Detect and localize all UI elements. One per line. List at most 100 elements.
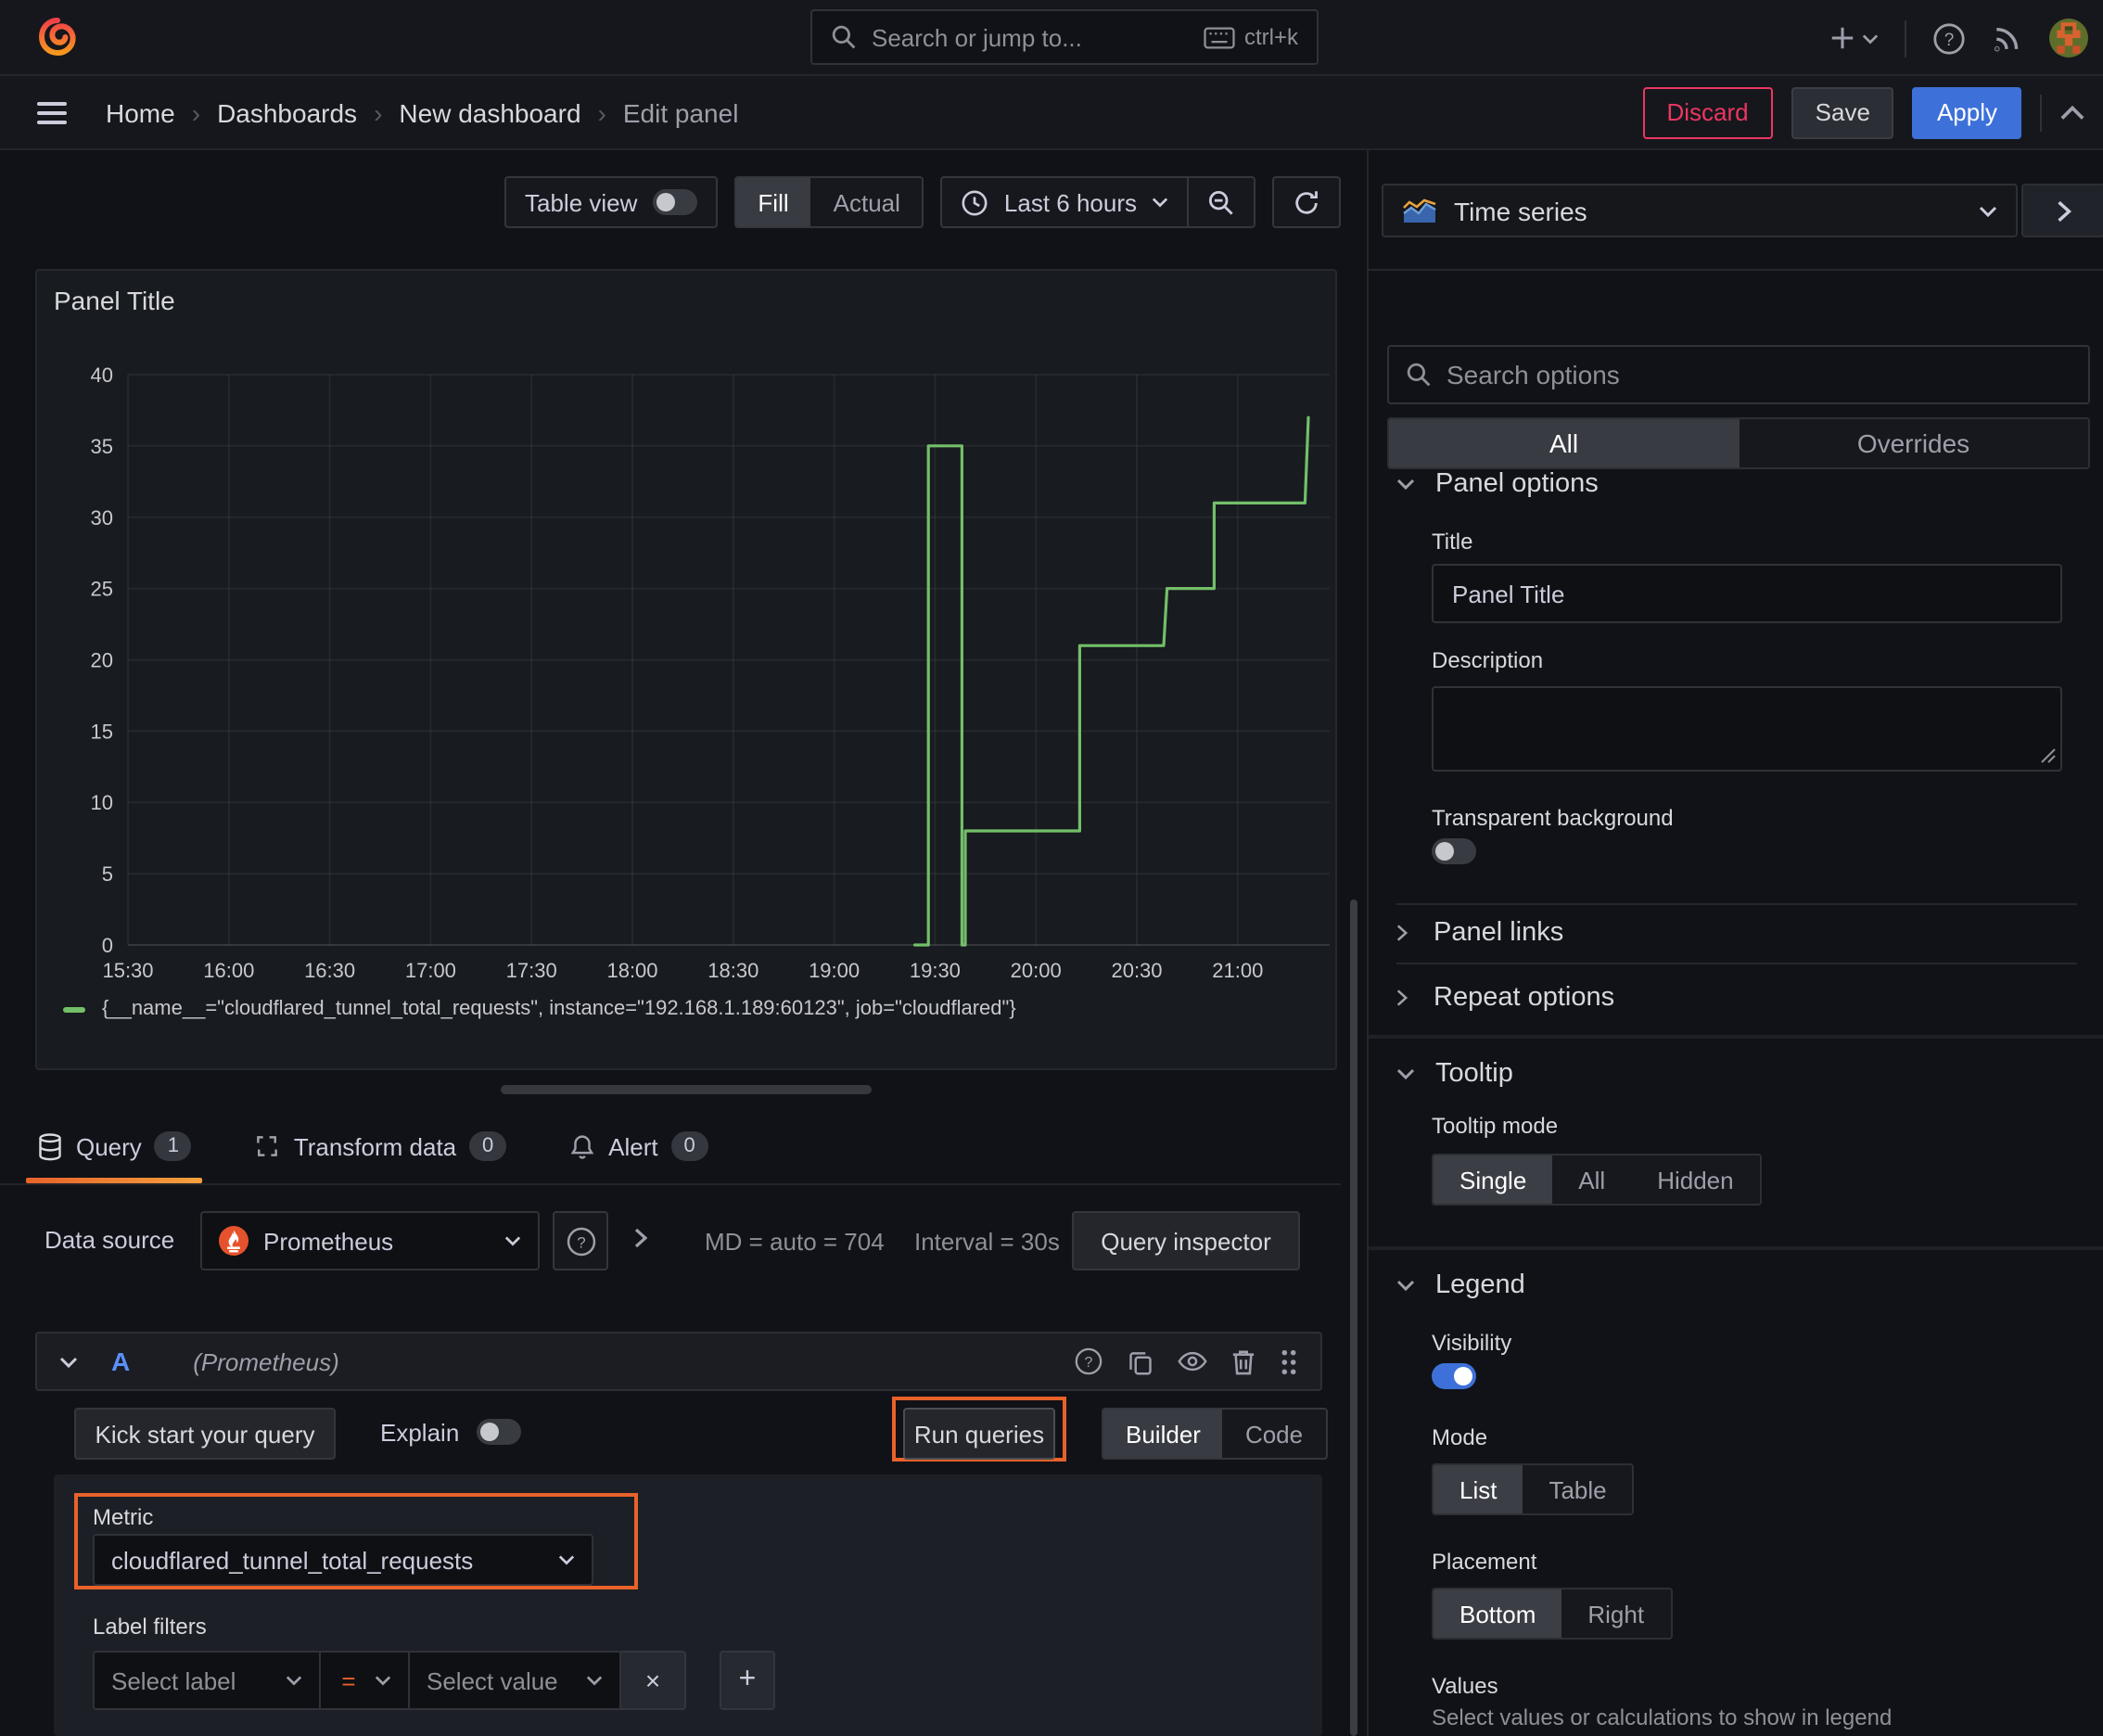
svg-text:21:00: 21:00 bbox=[1212, 959, 1263, 982]
discard-button[interactable]: Discard bbox=[1642, 86, 1773, 138]
visualization-select[interactable]: Time series bbox=[1382, 184, 2018, 237]
refresh-button[interactable] bbox=[1272, 176, 1341, 228]
tooltip-single-option[interactable]: Single bbox=[1434, 1155, 1553, 1204]
fill-option[interactable]: Fill bbox=[735, 178, 811, 226]
zoom-out-button[interactable] bbox=[1189, 178, 1254, 226]
drag-handle-icon[interactable] bbox=[1280, 1347, 1298, 1375]
collapse-options-button[interactable] bbox=[2021, 184, 2103, 237]
metric-select[interactable]: cloudflared_tunnel_total_requests bbox=[93, 1534, 593, 1586]
time-range-picker[interactable]: Last 6 hours bbox=[943, 178, 1187, 226]
chevron-right-icon bbox=[1396, 989, 1408, 1005]
datasource-help-button[interactable]: ? bbox=[553, 1211, 608, 1270]
chevron-right-icon bbox=[1396, 924, 1408, 940]
actual-option[interactable]: Actual bbox=[811, 178, 923, 226]
help-icon[interactable]: ? bbox=[1932, 21, 1966, 55]
time-series-chart: 40 35 30 25 20 15 10 5 015:30 16:00 16:30 17:00 17:3… bbox=[91, 364, 1330, 982]
legend-label: {__name__="cloudflared_tunnel_total_requ… bbox=[102, 998, 1016, 1020]
tab-overrides[interactable]: Overrides bbox=[1739, 419, 2088, 467]
svg-text:25: 25 bbox=[91, 578, 113, 601]
section-panel-links[interactable]: Panel links bbox=[1396, 903, 1563, 961]
run-queries-button[interactable]: Run queries bbox=[903, 1408, 1055, 1460]
transparent-background-toggle[interactable] bbox=[1432, 838, 1476, 864]
select-label-dropdown[interactable]: Select label bbox=[93, 1651, 321, 1710]
svg-text:15:30: 15:30 bbox=[102, 959, 153, 982]
options-expand-chevron[interactable] bbox=[634, 1228, 647, 1248]
query-builder-body: Metric cloudflared_tunnel_total_requests… bbox=[54, 1474, 1322, 1736]
query-help-icon[interactable]: ? bbox=[1074, 1347, 1103, 1376]
delete-query-trash-icon[interactable] bbox=[1231, 1347, 1255, 1375]
panel-preview[interactable]: 40 35 30 25 20 15 10 5 0 15:30 16:00 16:30 17:00 17:3… bbox=[35, 269, 1337, 1070]
legend-list-option[interactable]: List bbox=[1434, 1465, 1523, 1513]
tab-transform-data[interactable]: Transform data 0 bbox=[244, 1109, 517, 1183]
legend-table-option[interactable]: Table bbox=[1523, 1465, 1632, 1513]
panel-toolbar: Table view Fill Actual Last 6 hours bbox=[0, 176, 1341, 228]
legend-right-option[interactable]: Right bbox=[1561, 1589, 1670, 1638]
pane-resize-handle[interactable] bbox=[501, 1085, 872, 1094]
search-input[interactable]: Search or jump to... ctrl+k bbox=[810, 9, 1319, 65]
table-view-toggle[interactable] bbox=[652, 189, 697, 215]
chevron-down-icon bbox=[286, 1676, 302, 1686]
explain-toggle[interactable] bbox=[477, 1419, 521, 1445]
breadcrumb-dashboards[interactable]: Dashboards bbox=[217, 97, 357, 127]
svg-text:20:00: 20:00 bbox=[1011, 959, 1062, 982]
add-filter-button[interactable]: + bbox=[720, 1651, 775, 1710]
datasource-label: Data source bbox=[45, 1226, 175, 1254]
edit-actions: Discard Save Apply bbox=[1642, 86, 2085, 138]
query-actions: ? bbox=[1074, 1347, 1298, 1376]
svg-text:15: 15 bbox=[91, 720, 113, 743]
code-option[interactable]: Code bbox=[1223, 1410, 1325, 1458]
explain-label: Explain bbox=[380, 1419, 460, 1447]
query-inspector-button[interactable]: Query inspector bbox=[1072, 1211, 1300, 1270]
transparent-background-label: Transparent background bbox=[1432, 805, 1674, 831]
legend-mode-label: Mode bbox=[1432, 1424, 1488, 1450]
prometheus-icon bbox=[219, 1226, 249, 1256]
operator-dropdown[interactable]: = bbox=[321, 1651, 410, 1710]
chevron-up-icon[interactable] bbox=[2060, 105, 2084, 120]
section-legend[interactable]: Legend bbox=[1396, 1270, 1525, 1300]
chevron-down-icon bbox=[1396, 1280, 1415, 1291]
topbar-actions: ? bbox=[1829, 0, 2088, 76]
main-scrollbar[interactable] bbox=[1350, 900, 1357, 1736]
breadcrumb-new-dashboard[interactable]: New dashboard bbox=[399, 97, 580, 127]
time-range-label: Last 6 hours bbox=[1003, 188, 1137, 216]
section-repeat-options[interactable]: Repeat options bbox=[1396, 963, 1614, 1031]
datasource-select[interactable]: Prometheus bbox=[200, 1211, 540, 1270]
query-editor-header: A (Prometheus) ? bbox=[35, 1332, 1322, 1391]
collapse-chevron-icon[interactable] bbox=[59, 1355, 78, 1368]
tab-all[interactable]: All bbox=[1389, 419, 1739, 467]
tooltip-all-option[interactable]: All bbox=[1552, 1155, 1631, 1204]
breadcrumb-home[interactable]: Home bbox=[106, 97, 175, 127]
chevron-down-icon bbox=[375, 1676, 391, 1686]
remove-filter-button[interactable]: × bbox=[621, 1651, 686, 1710]
section-tooltip[interactable]: Tooltip bbox=[1396, 1059, 1513, 1089]
legend-placement-label: Placement bbox=[1432, 1549, 1537, 1575]
duplicate-query-icon[interactable] bbox=[1128, 1347, 1153, 1375]
clock-icon bbox=[962, 188, 989, 216]
select-value-dropdown[interactable]: Select value bbox=[410, 1651, 621, 1710]
tab-alert[interactable]: Alert 0 bbox=[558, 1109, 719, 1183]
legend-visibility-toggle[interactable] bbox=[1432, 1363, 1476, 1389]
news-rss-icon[interactable] bbox=[1992, 22, 2023, 54]
avatar[interactable] bbox=[2049, 19, 2088, 57]
chevron-down-icon bbox=[504, 1236, 521, 1246]
chart-legend[interactable]: {__name__="cloudflared_tunnel_total_requ… bbox=[63, 998, 1016, 1020]
options-search-input[interactable]: Search options bbox=[1387, 345, 2090, 404]
tab-query[interactable]: Query 1 bbox=[26, 1109, 204, 1183]
kick-start-button[interactable]: Kick start your query bbox=[74, 1408, 336, 1460]
menu-burger-icon[interactable] bbox=[37, 99, 67, 125]
legend-bottom-option[interactable]: Bottom bbox=[1434, 1589, 1562, 1638]
description-textarea[interactable] bbox=[1432, 686, 2062, 772]
description-label: Description bbox=[1432, 647, 1544, 673]
hide-query-eye-icon[interactable] bbox=[1178, 1350, 1207, 1372]
save-button[interactable]: Save bbox=[1791, 86, 1894, 138]
query-ref-id[interactable]: A bbox=[111, 1347, 130, 1376]
tooltip-hidden-option[interactable]: Hidden bbox=[1631, 1155, 1759, 1204]
add-new-button[interactable] bbox=[1829, 24, 1879, 52]
section-panel-options[interactable]: Panel options bbox=[1396, 469, 1599, 499]
datasource-row: Data source Prometheus ? MD = auto = 704… bbox=[0, 1211, 1341, 1270]
apply-button[interactable]: Apply bbox=[1912, 86, 2021, 138]
grafana-logo-icon[interactable] bbox=[37, 17, 78, 57]
builder-option[interactable]: Builder bbox=[1103, 1410, 1223, 1458]
transform-count-badge: 0 bbox=[469, 1131, 507, 1161]
panel-title-input[interactable] bbox=[1432, 564, 2062, 623]
